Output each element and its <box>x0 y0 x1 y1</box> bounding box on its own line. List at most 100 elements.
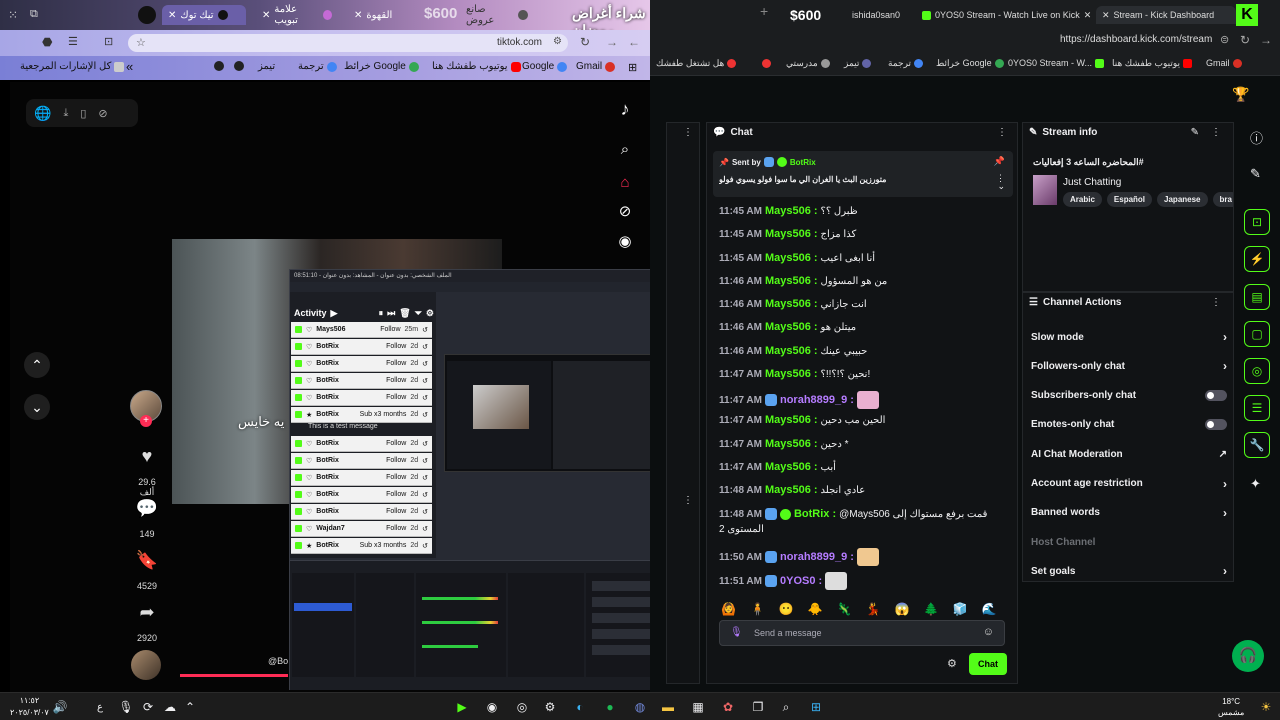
message-username[interactable]: BotRix <box>794 508 829 520</box>
tag[interactable]: Japanese <box>1157 192 1208 207</box>
channel-action-emotes-only-chat[interactable]: Emotes-only chat <box>1031 415 1227 435</box>
share-icon[interactable]: ➦ <box>134 599 160 625</box>
support-chat-icon[interactable]: 🎧 <box>1232 640 1264 672</box>
tab-tiktok[interactable]: ✕ تيك توك <box>162 5 246 25</box>
start-windows-icon[interactable]: ⊞ <box>806 698 826 716</box>
bookmark-all[interactable]: كل الإشارات المرجعية <box>20 61 125 72</box>
chat-message[interactable]: 11:48 AM BotRix: @Mays506 قمت برفع مستواك … <box>719 508 1009 520</box>
chat-message[interactable]: 11:47 AM Mays506: نحين ؟!؟!!؟! <box>719 368 1009 380</box>
emote-icon[interactable]: 😱 <box>895 602 910 616</box>
tag[interactable]: Arabic <box>1063 192 1102 207</box>
message-username[interactable]: norah8899_9 <box>780 394 847 406</box>
activity-row[interactable]: ★ BotRix Sub x3 months 2d ↺ <box>291 407 432 423</box>
channel-action-banned-words[interactable]: Banned words › <box>1031 503 1227 523</box>
chat-message[interactable]: 11:47 AM Mays506: أبب <box>719 461 1009 473</box>
new-tab-icon[interactable]: + <box>760 3 768 19</box>
message-username[interactable]: Mays506 <box>765 275 811 287</box>
activity-row[interactable]: ♡ BotRix Follow 2d ↺ <box>291 453 432 469</box>
chevron-down-icon[interactable]: ⌄ <box>997 181 1005 192</box>
message-username[interactable]: Mays506 <box>765 228 811 240</box>
activity-row[interactable]: ♡ BotRix Follow 2d ↺ <box>291 339 432 355</box>
replay-icon[interactable]: ↺ <box>422 360 428 368</box>
replay-icon[interactable]: ↺ <box>422 326 428 334</box>
activity-row[interactable]: ♡ BotRix Follow 2d ↺ <box>291 470 432 486</box>
screenshot-icon[interactable]: ⊡ <box>104 35 113 48</box>
rail-bolt-icon[interactable]: ⚡ <box>1244 246 1270 272</box>
chat-message[interactable]: 11:47 AM norah8899_9: <box>719 391 1009 409</box>
info-icon[interactable]: ⓘ <box>1250 128 1263 147</box>
grid-icon[interactable]: ⁙ <box>8 8 18 22</box>
search-icon[interactable]: ⌕ <box>614 138 636 160</box>
compass-icon[interactable]: ⊘ <box>98 107 107 120</box>
channel-action-host-channel[interactable]: Host Channel <box>1031 532 1227 552</box>
studio-mode-button[interactable] <box>592 629 656 639</box>
rail-broadcast-icon[interactable]: ◎ <box>1244 358 1270 384</box>
music-disc-avatar[interactable] <box>131 650 161 680</box>
sliders-icon[interactable]: ☰ <box>68 35 78 48</box>
chevron-up-icon[interactable]: ⌃ <box>180 698 200 716</box>
rail-document-icon[interactable]: ▤ <box>1244 284 1270 310</box>
language-indicator[interactable]: ع <box>90 698 110 716</box>
site-info-icon[interactable]: ⊜ <box>1220 33 1229 46</box>
replay-icon[interactable]: ↺ <box>422 457 428 465</box>
rail-chat-icon[interactable]: ▢ <box>1244 321 1270 347</box>
close-icon[interactable]: ✕ <box>1102 10 1110 21</box>
home-icon[interactable]: ⌂ <box>614 171 636 193</box>
globe-icon[interactable] <box>234 61 244 71</box>
bookmark-maps[interactable]: خرائط Google <box>344 61 419 72</box>
emote-icon[interactable]: 🧊 <box>953 602 968 616</box>
live-icon[interactable]: ◉ <box>614 230 636 252</box>
activity-row[interactable]: ★ BotRix Sub x3 months 2d ↺ <box>291 538 432 554</box>
settings-button[interactable] <box>592 645 656 655</box>
unpin-icon[interactable]: 📌 <box>994 156 1005 167</box>
file-explorer-icon[interactable]: ▬ <box>658 698 678 716</box>
activity-row[interactable]: ♡ Mays506 Follow 25m ↺ <box>291 322 432 338</box>
emote-icon[interactable]: 🌊 <box>982 602 997 616</box>
tab-overlay[interactable]: $600 <box>790 6 821 24</box>
star-icon[interactable]: ☆ <box>136 36 146 49</box>
phone-icon[interactable]: ▯ <box>80 107 86 120</box>
chat-message[interactable]: 11:47 AM Mays506: الحين مب دحين <box>719 414 1009 426</box>
trash-icon[interactable]: 🗑 <box>399 308 410 319</box>
url-field[interactable]: ☆ tiktok.com ⚙ <box>128 34 568 52</box>
selected-scene[interactable] <box>294 603 352 611</box>
emoji-icon[interactable]: ☺ <box>983 626 994 638</box>
bookmark-youtube[interactable]: يوتيوب طفشك هنا <box>432 61 521 72</box>
url-text[interactable]: https://dashboard.kick.com/stream <box>1060 34 1212 45</box>
trophy-icon[interactable]: 🏆 <box>1232 86 1249 103</box>
store-icon[interactable]: ▦ <box>688 698 708 716</box>
bookmark-google[interactable]: Google <box>522 61 568 72</box>
replay-icon[interactable]: ↺ <box>422 440 428 448</box>
obs-app-icon[interactable]: ◉ <box>482 698 502 716</box>
task-view-icon[interactable]: ❐ <box>748 698 768 716</box>
message-username[interactable]: 0YOS0 <box>780 575 815 587</box>
explore-compass-icon[interactable]: ⊘ <box>614 200 636 222</box>
globe-icon[interactable] <box>214 61 224 71</box>
emote-icon[interactable]: 🌲 <box>924 602 939 616</box>
filter-icon[interactable]: ⏷ <box>415 308 422 319</box>
sparkles-icon[interactable]: ✦ <box>1250 476 1261 492</box>
more-icon[interactable]: ⋮ <box>683 127 693 138</box>
bookmark-translate[interactable]: ترجمة <box>298 61 337 72</box>
forward-icon[interactable]: → <box>1260 33 1272 47</box>
edge-icon[interactable]: ◐ <box>570 698 590 716</box>
pencil-icon[interactable]: ✎ <box>1250 166 1261 182</box>
more-icon[interactable]: ⋮ <box>1211 127 1221 138</box>
message-username[interactable]: Mays506 <box>765 438 811 450</box>
chat-message[interactable]: 11:45 AM Mays506: ظبرل ؟؟ <box>719 205 1009 217</box>
bookmark-icon[interactable]: 🔖 <box>134 547 160 573</box>
rail-wrench-icon[interactable]: 🔧 <box>1244 432 1270 458</box>
bookmark-gmail[interactable]: Gmail <box>576 61 616 72</box>
message-username[interactable]: norah8899_9 <box>780 551 847 563</box>
bookmark-gmail[interactable]: Gmail <box>1206 58 1242 68</box>
toggle-switch[interactable] <box>1205 390 1227 402</box>
extension-icon[interactable]: ⬣ <box>42 35 52 49</box>
replay-icon[interactable]: ↺ <box>422 394 428 402</box>
chat-message[interactable]: 11:46 AM Mays506: ميتلن هو <box>719 321 1009 333</box>
chat-settings-icon[interactable]: ⚙ <box>947 657 957 670</box>
emote-icon[interactable]: 💃 <box>866 602 881 616</box>
bookmark-item[interactable]: خرائط Google <box>936 58 1004 69</box>
tag[interactable]: bra <box>1212 192 1233 207</box>
message-username[interactable]: Mays506 <box>765 414 811 426</box>
replay-icon[interactable]: ↺ <box>422 377 428 385</box>
